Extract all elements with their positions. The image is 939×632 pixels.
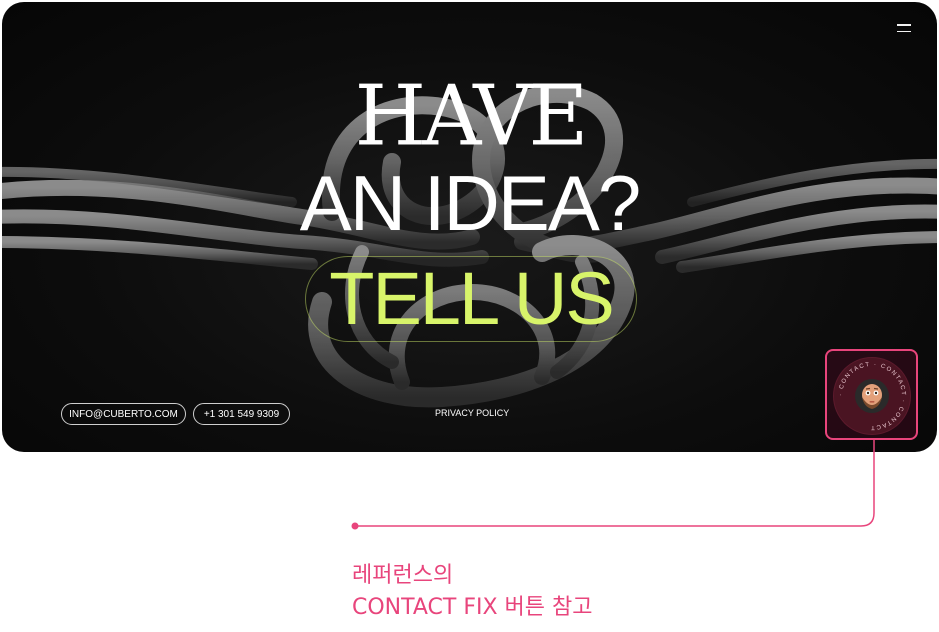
annotation-line-2: CONTACT FIX 버튼 참고 [352,595,593,620]
annotation-connector-line [351,440,875,530]
annotation-line-1: 레퍼런스의 [352,563,454,588]
annotation-note: 레퍼런스의 CONTACT FIX 버튼 참고 [352,560,592,624]
